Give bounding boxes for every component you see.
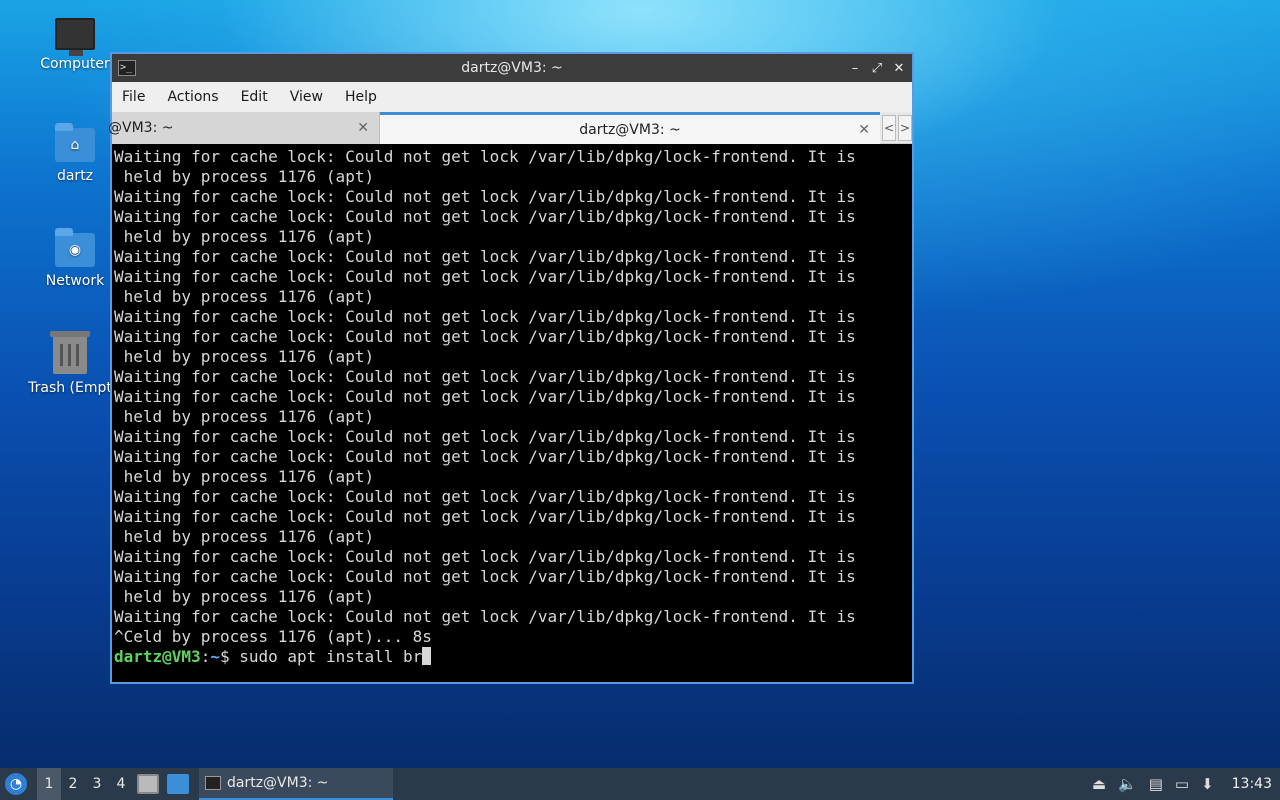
terminal-line: held by process 1176 (apt) — [114, 527, 375, 546]
tab-active[interactable]: dartz@VM3: ~ ✕ — [380, 112, 880, 144]
prompt-user: dartz@VM3 — [114, 647, 201, 666]
tab-bar: @VM3: ~ ✕ dartz@VM3: ~ ✕ < > — [108, 112, 912, 144]
file-manager-launcher-icon[interactable] — [137, 774, 159, 794]
terminal-line: held by process 1176 (apt) — [114, 287, 375, 306]
prompt-path: ~ — [210, 647, 220, 666]
minimize-button[interactable]: – — [848, 61, 862, 76]
workspace-4[interactable]: 4 — [109, 768, 133, 800]
terminal-line: Waiting for cache lock: Could not get lo… — [114, 507, 856, 526]
desktop-icon-label: dartz — [56, 168, 94, 184]
text-cursor — [422, 647, 432, 665]
terminal-window: >_ dartz@VM3: ~ – ⤢ ✕ File Actions Edit … — [108, 52, 914, 684]
terminal-lines: Waiting for cache lock: Could not get lo… — [114, 147, 912, 647]
tab-navigation: < > — [882, 112, 912, 143]
window-controls: – ⤢ ✕ — [848, 54, 906, 82]
computer-icon — [55, 18, 95, 56]
desktop-icon-label: Computer — [40, 56, 110, 72]
prompt-symbol: $ — [219, 647, 240, 666]
close-button[interactable]: ✕ — [892, 61, 906, 76]
home-folder-icon: ⌂ — [55, 123, 95, 162]
terminal-prompt-line[interactable]: dartz@VM3:~$ sudo apt install br — [114, 647, 912, 667]
clock[interactable]: 13:43 — [1232, 776, 1272, 792]
menu-view[interactable]: View — [290, 89, 335, 105]
show-desktop-icon[interactable] — [167, 774, 189, 794]
window-title: dartz@VM3: ~ — [461, 60, 563, 76]
tab-close-icon[interactable]: ✕ — [357, 120, 369, 136]
terminal-line: Waiting for cache lock: Could not get lo… — [114, 387, 856, 406]
system-tray: ⏏ 🔈 ▤ ▭ ⬇ 13:43 — [1092, 768, 1280, 800]
terminal-task-icon — [205, 776, 221, 790]
terminal-line: held by process 1176 (apt) — [114, 227, 375, 246]
menu-file[interactable]: File — [122, 89, 157, 105]
terminal-line: Waiting for cache lock: Could not get lo… — [114, 267, 856, 286]
terminal-line: Waiting for cache lock: Could not get lo… — [114, 567, 856, 586]
terminal-line: Waiting for cache lock: Could not get lo… — [114, 187, 856, 206]
terminal-line: held by process 1176 (apt) — [114, 407, 375, 426]
volume-icon[interactable]: 🔈 — [1118, 775, 1137, 793]
workspace-2[interactable]: 2 — [61, 768, 85, 800]
menu-actions[interactable]: Actions — [167, 89, 230, 105]
task-label: dartz@VM3: ~ — [227, 775, 329, 791]
trash-icon — [50, 331, 90, 374]
terminal-line: Waiting for cache lock: Could not get lo… — [114, 487, 856, 506]
tab-close-icon[interactable]: ✕ — [858, 122, 870, 138]
tab-label: dartz@VM3: ~ — [579, 121, 681, 138]
workspace-1[interactable]: 1 — [37, 768, 61, 800]
workspace-3[interactable]: 3 — [85, 768, 109, 800]
application-menu-icon[interactable]: ◔ — [5, 773, 27, 795]
menu-help[interactable]: Help — [345, 89, 389, 105]
terminal-line: Waiting for cache lock: Could not get lo… — [114, 307, 856, 326]
menu-edit[interactable]: Edit — [241, 89, 280, 105]
tab-scroll-right-button[interactable]: > — [898, 114, 912, 141]
taskbar-task-terminal[interactable]: dartz@VM3: ~ — [199, 768, 393, 800]
terminal-line: held by process 1176 (apt) — [114, 347, 375, 366]
tab-scroll-left-button[interactable]: < — [882, 114, 896, 141]
terminal-line: Waiting for cache lock: Could not get lo… — [114, 447, 856, 466]
network-icon[interactable]: ▭ — [1175, 775, 1189, 793]
update-icon[interactable]: ⬇ — [1201, 775, 1214, 793]
terminal-line: held by process 1176 (apt) — [114, 167, 375, 186]
terminal-line: Waiting for cache lock: Could not get lo… — [114, 547, 856, 566]
desktop-icon-label: Trash (Empt — [28, 380, 112, 396]
tab-inactive[interactable]: @VM3: ~ ✕ — [108, 112, 380, 144]
window-titlebar[interactable]: >_ dartz@VM3: ~ – ⤢ ✕ — [112, 54, 912, 82]
terminal-output[interactable]: Waiting for cache lock: Could not get lo… — [112, 144, 912, 682]
tab-label: @VM3: ~ — [108, 120, 174, 136]
terminal-line: ^Celd by process 1176 (apt)... 8s — [114, 627, 432, 646]
terminal-line: held by process 1176 (apt) — [114, 467, 375, 486]
terminal-line: Waiting for cache lock: Could not get lo… — [114, 427, 856, 446]
terminal-line: Waiting for cache lock: Could not get lo… — [114, 147, 856, 166]
terminal-line: Waiting for cache lock: Could not get lo… — [114, 247, 856, 266]
menu-bar: File Actions Edit View Help — [112, 82, 912, 112]
network-folder-icon: ◉ — [55, 228, 95, 267]
maximize-button[interactable]: ⤢ — [870, 61, 884, 76]
terminal-line: Waiting for cache lock: Could not get lo… — [114, 327, 856, 346]
terminal-line: Waiting for cache lock: Could not get lo… — [114, 207, 856, 226]
prompt-separator: : — [200, 647, 211, 666]
terminal-line: Waiting for cache lock: Could not get lo… — [114, 367, 856, 386]
terminal-line: held by process 1176 (apt) — [114, 587, 375, 606]
desktop-icon-label: Network — [45, 273, 105, 289]
taskbar: ◔ 1 2 3 4 dartz@VM3: ~ ⏏ 🔈 ▤ ▭ ⬇ 13:43 — [0, 768, 1280, 800]
clipboard-icon[interactable]: ▤ — [1149, 775, 1163, 793]
command-input[interactable]: sudo apt install br — [239, 647, 422, 666]
terminal-line: Waiting for cache lock: Could not get lo… — [114, 607, 856, 626]
eject-icon[interactable]: ⏏ — [1092, 775, 1106, 793]
